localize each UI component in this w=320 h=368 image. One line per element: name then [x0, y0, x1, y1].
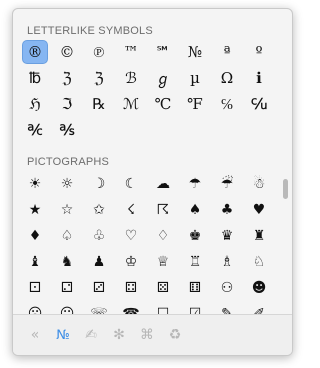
character-cell[interactable]: ☈	[147, 197, 179, 223]
character-cell[interactable]: º	[243, 39, 275, 65]
character-cell[interactable]: ☎	[115, 301, 147, 315]
character-cell[interactable]: ☔	[211, 171, 243, 197]
section-title-letterlike: LETTERLIKE SYMBOLS	[27, 25, 153, 37]
category-tab-bar: «№ ✍ ✻ ⌘ ♻	[13, 314, 292, 355]
character-cell[interactable]: ♖	[179, 249, 211, 275]
vertical-scrollbar[interactable]	[283, 179, 288, 199]
character-cell[interactable]: ☂	[179, 171, 211, 197]
character-cell[interactable]: ☆	[51, 197, 83, 223]
character-cell[interactable]: ℨ	[83, 65, 115, 91]
character-cell[interactable]: ☑	[179, 301, 211, 315]
character-cell[interactable]: ☁	[147, 171, 179, 197]
character-cell[interactable]: ✐	[243, 301, 275, 315]
character-cell[interactable]: ♡	[115, 223, 147, 249]
character-cell[interactable]: ☾	[115, 171, 147, 197]
character-cell[interactable]: ℀	[19, 117, 51, 143]
character-cell[interactable]: №	[179, 39, 211, 65]
character-cell[interactable]: ☻	[243, 275, 275, 301]
character-cell[interactable]: ℠	[147, 39, 179, 65]
writing-hand-icon[interactable]: ✍	[77, 321, 105, 349]
character-cell[interactable]: ⚅	[179, 275, 211, 301]
character-cell[interactable]: ♘	[243, 249, 275, 275]
character-cell[interactable]: ⚂	[83, 275, 115, 301]
character-cell[interactable]: ♠	[179, 197, 211, 223]
character-cell[interactable]: ♜	[243, 223, 275, 249]
character-cell[interactable]: ☼	[51, 171, 83, 197]
character-cell[interactable]: ☇	[115, 197, 147, 223]
character-cell[interactable]: ♛	[211, 223, 243, 249]
character-cell[interactable]: ª	[211, 39, 243, 65]
character-cell[interactable]: ℞	[83, 91, 115, 117]
character-cell[interactable]: ☽	[83, 171, 115, 197]
character-cell[interactable]: ⚇	[211, 275, 243, 301]
character-cell[interactable]: ℊ	[147, 65, 179, 91]
character-cell[interactable]: ☺	[51, 301, 83, 315]
character-cell[interactable]: ℑ	[51, 91, 83, 117]
recycle-icon[interactable]: ♻	[161, 321, 189, 349]
character-cell[interactable]: ℔	[19, 65, 51, 91]
character-cell[interactable]: ☏	[83, 301, 115, 315]
character-cell[interactable]: ♧	[83, 223, 115, 249]
character-cell[interactable]: ℅	[211, 91, 243, 117]
character-cell[interactable]: µ	[179, 65, 211, 91]
section-title-pictographs: PICTOGRAPHS	[27, 156, 110, 168]
character-cell[interactable]: Ω	[211, 65, 243, 91]
character-cell[interactable]: ℗	[83, 39, 115, 65]
character-cell[interactable]: ♥	[243, 197, 275, 223]
character-cell[interactable]: ☹	[19, 301, 51, 315]
character-cell[interactable]: ☃	[243, 171, 275, 197]
character-cell[interactable]: ★	[19, 197, 51, 223]
character-cell[interactable]: ♚	[179, 223, 211, 249]
character-cell[interactable]: ♝	[19, 249, 51, 275]
character-cell[interactable]: ©	[51, 39, 83, 65]
character-cell[interactable]: ♕	[147, 249, 179, 275]
character-cell[interactable]: ♢	[147, 223, 179, 249]
character-cell[interactable]: ✩	[83, 197, 115, 223]
character-cell[interactable]: ™	[115, 39, 147, 65]
character-cell[interactable]: ℃	[147, 91, 179, 117]
character-cell[interactable]: ✎	[211, 301, 243, 315]
character-cell[interactable]: ℳ	[115, 91, 147, 117]
character-cell[interactable]: ℨ	[51, 65, 83, 91]
command-key-icon[interactable]: ⌘	[133, 321, 161, 349]
character-cell[interactable]: ⚃	[115, 275, 147, 301]
character-viewer-popover: LETTERLIKE SYMBOLS ® © ℗ ™ ℠ № ª º ℔ ℨ ℨ ℬℊ µ Ωℹ ℌ ℑ ℞ ℳ ℃…	[12, 8, 293, 356]
letterlike-symbols-tab-icon[interactable]: №	[49, 321, 77, 349]
character-cell-selected[interactable]: ®	[22, 40, 48, 64]
character-cell[interactable]: ℉	[179, 91, 211, 117]
character-cell[interactable]: ℁	[51, 117, 83, 143]
collapse-icon[interactable]: «	[21, 321, 49, 349]
character-cell[interactable]: ♗	[211, 249, 243, 275]
character-cell[interactable]: ♞	[51, 249, 83, 275]
character-cell[interactable]: ♦	[19, 223, 51, 249]
character-cell[interactable]: ☐	[147, 301, 179, 315]
character-cell[interactable]: ♟	[83, 249, 115, 275]
character-cell[interactable]: ⚄	[147, 275, 179, 301]
character-cell[interactable]: ℹ	[243, 65, 275, 91]
character-cell[interactable]: ☀	[19, 171, 51, 197]
character-cell[interactable]: ♔	[115, 249, 147, 275]
character-cell[interactable]: ℬ	[115, 65, 147, 91]
character-cell[interactable]: ℆	[243, 91, 275, 117]
character-cell[interactable]: ℌ	[19, 91, 51, 117]
character-scroll-area[interactable]: LETTERLIKE SYMBOLS ® © ℗ ™ ℠ № ª º ℔ ℨ ℨ ℬℊ µ Ωℹ ℌ ℑ ℞ ℳ ℃…	[13, 9, 292, 315]
character-cell[interactable]: ⚁	[51, 275, 83, 301]
letterlike-symbols-grid: ® © ℗ ™ ℠ № ª º ℔ ℨ ℨ ℬℊ µ Ωℹ ℌ ℑ ℞ ℳ ℃ ℉ ℅ ℆ ℀ ℁	[19, 39, 275, 143]
asterisk-icon[interactable]: ✻	[105, 321, 133, 349]
character-cell[interactable]: ⚀	[19, 275, 51, 301]
character-cell[interactable]: ♤	[51, 223, 83, 249]
character-cell[interactable]: ♣	[211, 197, 243, 223]
pictographs-grid: ☀ ☼ ☽ ☾ ☁ ☂ ☔ ☃ ★ ☆ ✩ ☇ ☈ ♠ ♣ ♥ ♦ ♤ ♧ ♡ ♢ ♚ ♛ ♜ ♝ ♞ ♟ ♔ ♕ ♖ ♗ ♘ ⚀ ⚁ ⚂ ⚃ ⚄ ⚅ ⚇ ☻…	[19, 171, 275, 315]
